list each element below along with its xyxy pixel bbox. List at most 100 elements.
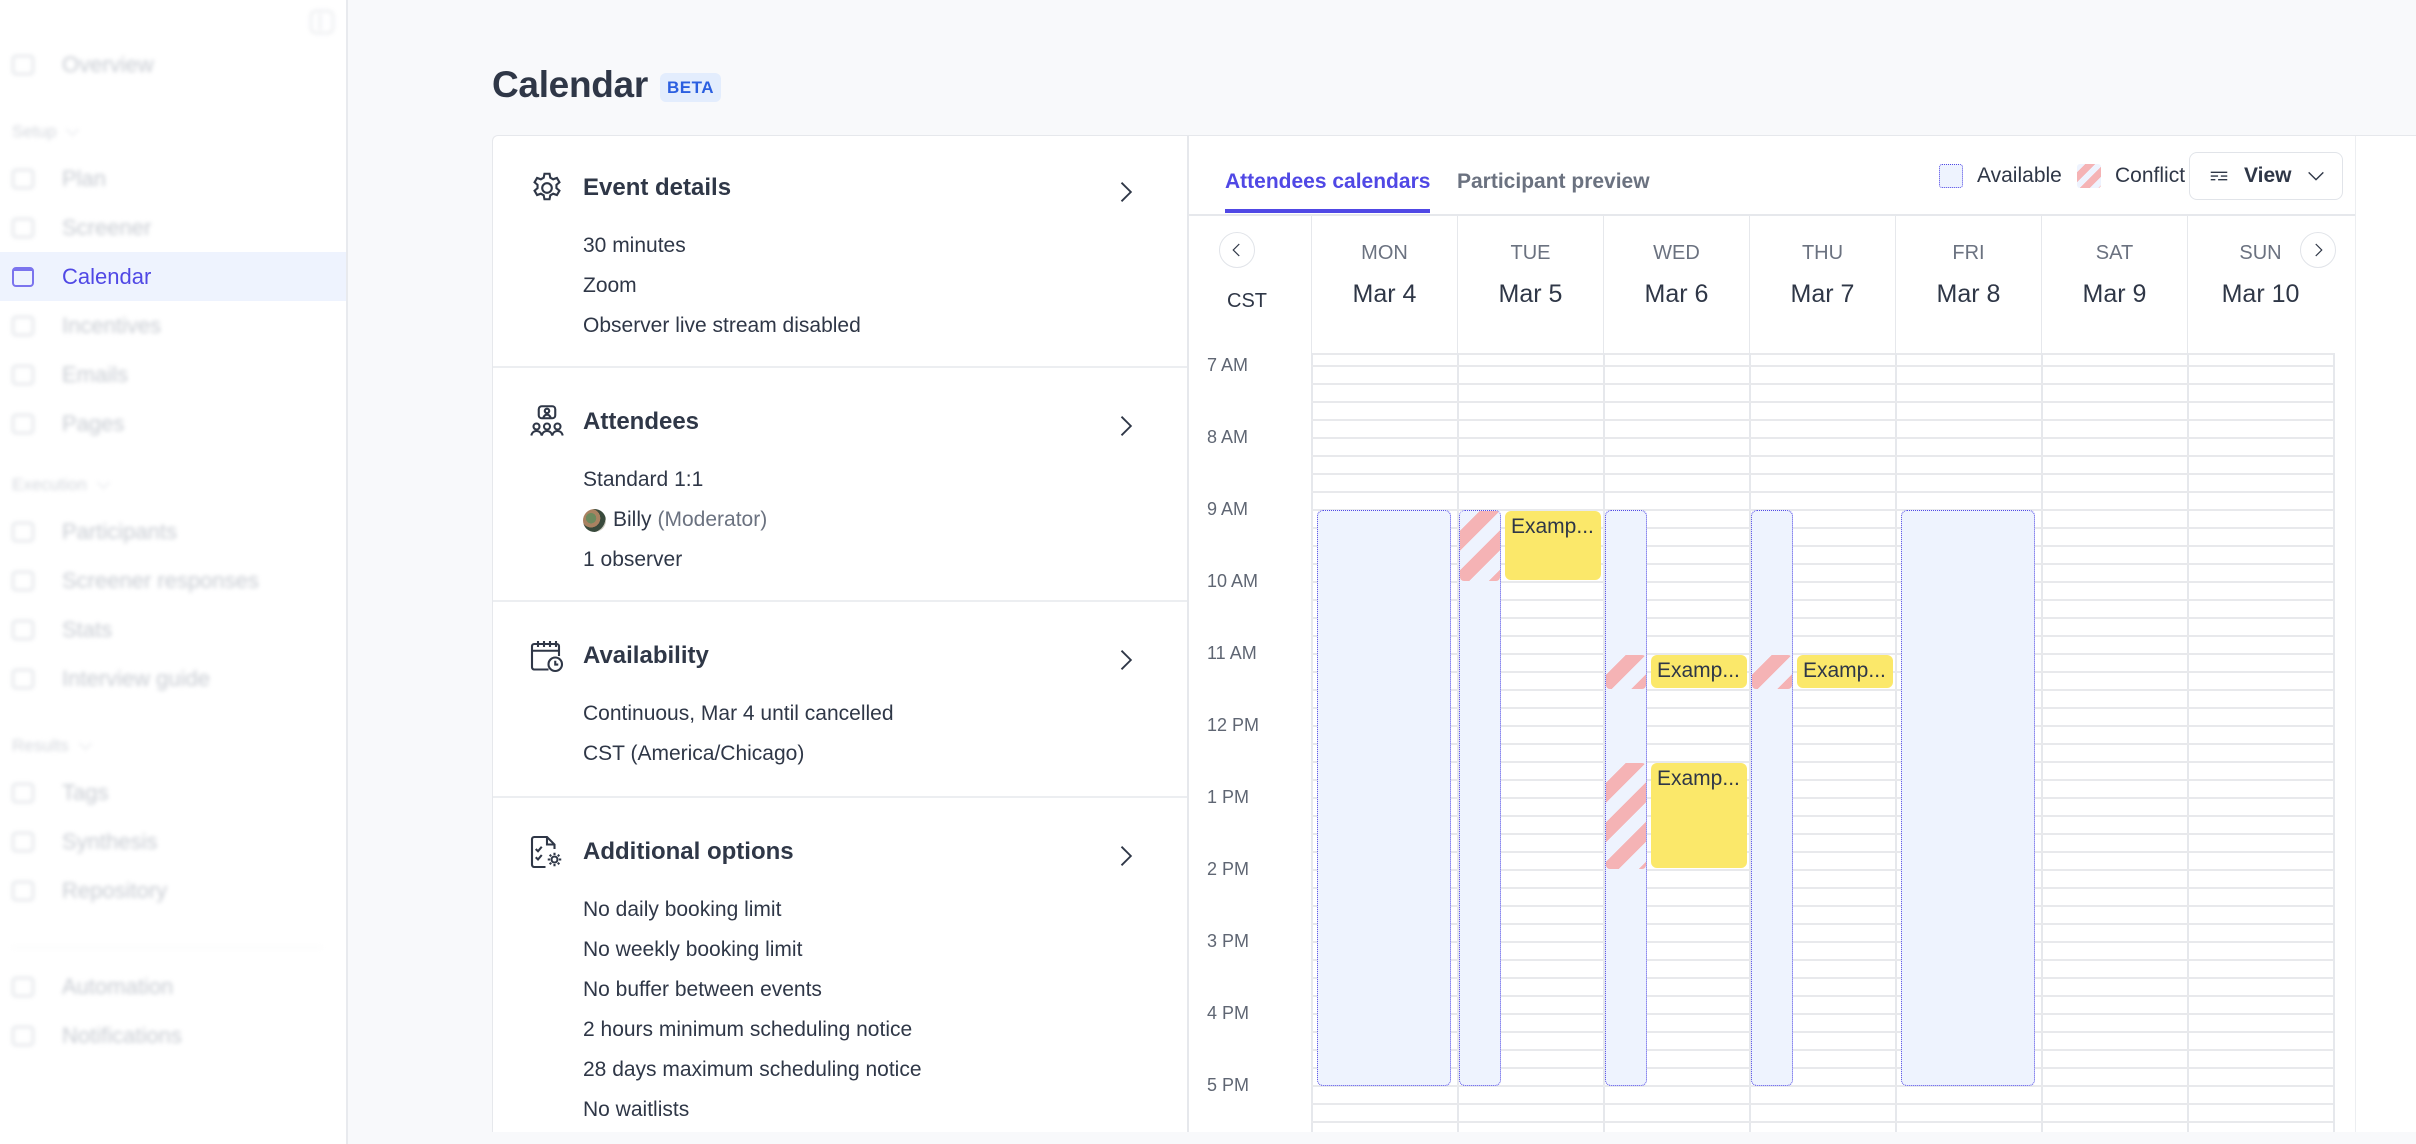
- day-date: Mar 7: [1790, 280, 1855, 308]
- calendar-event[interactable]: Examp...: [1797, 655, 1893, 688]
- view-button[interactable]: View: [2189, 152, 2343, 200]
- sidebar-item-screener[interactable]: Screener: [0, 203, 346, 252]
- day-date: Mar 8: [1936, 280, 2001, 308]
- conflict-block: [1606, 655, 1646, 689]
- additional-options-section[interactable]: Additional options No daily booking limi…: [493, 800, 1187, 1134]
- tag-icon: [12, 782, 34, 803]
- sidebar-item-label: Interview guide: [62, 665, 210, 691]
- sidebar-item-tags[interactable]: Tags: [0, 768, 346, 817]
- day-date: Mar 6: [1644, 280, 1709, 308]
- quarter-gridline: [1311, 473, 2333, 475]
- sidebar-item-label: Automation: [62, 973, 174, 999]
- scrollbar-track[interactable]: [2355, 136, 2416, 1134]
- overview-icon: [12, 54, 34, 75]
- option-text: No weekly booking limit: [583, 938, 803, 961]
- sidebar-group-execution[interactable]: Execution: [12, 475, 110, 495]
- sidebar-item-label: Screener responses: [62, 567, 259, 593]
- availability-section[interactable]: Availability Continuous, Mar 4 until can…: [493, 604, 1187, 798]
- collapse-sidebar-icon[interactable]: [310, 10, 334, 34]
- availability-block[interactable]: [1317, 510, 1451, 1086]
- day-date: Mar 10: [2221, 280, 2300, 308]
- availability-block[interactable]: [1751, 510, 1793, 1086]
- sidebar-group-setup[interactable]: Setup: [12, 122, 80, 142]
- page-bottom: [348, 1132, 2416, 1144]
- quarter-gridline: [1311, 383, 2333, 385]
- day-of-week: THU: [1801, 242, 1844, 264]
- participants-icon: [12, 521, 34, 542]
- mail-icon: [12, 364, 34, 385]
- calendar-tabs: Attendees calendars Participant preview …: [1189, 136, 2355, 216]
- time-label: 10 AM: [1207, 571, 1259, 591]
- event-details-section[interactable]: Event details 30 minutes Zoom Observer l…: [493, 136, 1187, 368]
- sidebar-item-stats[interactable]: Stats: [0, 605, 346, 654]
- sidebar-group-results[interactable]: Results: [12, 736, 92, 756]
- tab-attendees-calendars[interactable]: Attendees calendars: [1225, 170, 1431, 213]
- sidebar-item-label: Notifications: [62, 1022, 182, 1048]
- sidebar-item-repository[interactable]: Repository: [0, 866, 346, 915]
- calendar-event[interactable]: Examp...: [1651, 763, 1747, 868]
- timezone-text: CST (America/Chicago): [583, 742, 805, 765]
- sidebar-item-synthesis[interactable]: Synthesis: [0, 817, 346, 866]
- sidebar-item-overview[interactable]: Overview: [0, 40, 346, 89]
- shield-icon: [12, 315, 34, 336]
- day-header-wed: WED Mar 6: [1603, 216, 1749, 353]
- day-of-week: MON: [1361, 242, 1408, 264]
- sidebar-item-incentives[interactable]: Incentives: [0, 301, 346, 350]
- schedule-text: Continuous, Mar 4 until cancelled: [583, 702, 894, 725]
- chevron-right-icon[interactable]: [1111, 412, 1139, 440]
- calendar-panel: Attendees calendars Participant preview …: [1189, 136, 2416, 1134]
- sidebar-item-label: Plan: [62, 165, 107, 191]
- chevron-right-icon[interactable]: [1111, 842, 1139, 870]
- option-text: 2 hours minimum scheduling notice: [583, 1018, 913, 1041]
- conflict-block: [1752, 655, 1792, 689]
- chevron-down-icon: [96, 476, 110, 489]
- header-divider: [1311, 353, 2333, 355]
- day-of-week: SUN: [2239, 242, 2282, 264]
- sidebar-item-label: Calendar: [62, 263, 152, 289]
- day-column-divider: [2333, 353, 2335, 1134]
- option-text: No daily booking limit: [583, 898, 782, 921]
- conflict-block: [1606, 763, 1646, 869]
- quarter-gridline: [1311, 491, 2333, 493]
- calendar-clock-icon: [530, 641, 564, 673]
- day-date: Mar 9: [2082, 280, 2147, 308]
- sidebar-item-notifications[interactable]: Notifications: [0, 1011, 346, 1060]
- sidebar-item-label: Repository: [62, 877, 168, 903]
- attendees-section[interactable]: Attendees Standard 1:1 Billy (Moderator)…: [493, 370, 1187, 602]
- tab-participant-preview[interactable]: Participant preview: [1457, 170, 1650, 209]
- session-type-text: Standard 1:1: [583, 468, 704, 491]
- day-header-thu: THU Mar 7: [1749, 216, 1895, 353]
- view-button-label: View: [2244, 164, 2292, 187]
- sidebar-item-automation[interactable]: Automation: [0, 962, 346, 1011]
- sidebar-item-plan[interactable]: Plan: [0, 154, 346, 203]
- sidebar-item-participants[interactable]: Participants: [0, 507, 346, 556]
- sidebar-item-calendar[interactable]: Calendar: [0, 252, 346, 301]
- sidebar-item-pages[interactable]: Pages: [0, 399, 346, 448]
- checklist-gear-icon: [530, 835, 562, 869]
- beta-badge: BETA: [660, 73, 722, 102]
- prev-week-button[interactable]: [1219, 232, 1255, 268]
- sidebar-item-interview-guide[interactable]: Interview guide: [0, 654, 346, 703]
- sidebar-item-label: Participants: [62, 518, 177, 544]
- hour-gridline: [1311, 365, 2333, 367]
- calendar-event[interactable]: Examp...: [1651, 655, 1747, 688]
- availability-block[interactable]: [1459, 510, 1501, 1086]
- sidebar-item-emails[interactable]: Emails: [0, 350, 346, 399]
- chevron-right-icon[interactable]: [1111, 646, 1139, 674]
- availability-block[interactable]: [1901, 510, 2035, 1086]
- day-of-week: SAT: [2095, 242, 2134, 264]
- chevron-left-icon: [1232, 243, 1240, 257]
- option-text: No waitlists: [583, 1098, 690, 1121]
- day-header-sun: SUN Mar 10: [2187, 216, 2333, 353]
- calendar-event[interactable]: Examp...: [1505, 511, 1601, 580]
- calendar-card: Event details 30 minutes Zoom Observer l…: [492, 135, 2416, 1135]
- page-title: Calendar: [492, 64, 648, 105]
- chevron-right-icon[interactable]: [1111, 178, 1139, 206]
- legend-available: Available: [1939, 164, 2062, 188]
- sidebar-item-screener-responses[interactable]: Screener responses: [0, 556, 346, 605]
- legend-conflict: Conflict: [2077, 164, 2185, 188]
- time-label: 9 AM: [1207, 499, 1249, 519]
- sidebar-item-label: Tags: [62, 779, 109, 805]
- chevron-down-icon: [66, 123, 80, 136]
- calendar-icon: [12, 266, 34, 287]
